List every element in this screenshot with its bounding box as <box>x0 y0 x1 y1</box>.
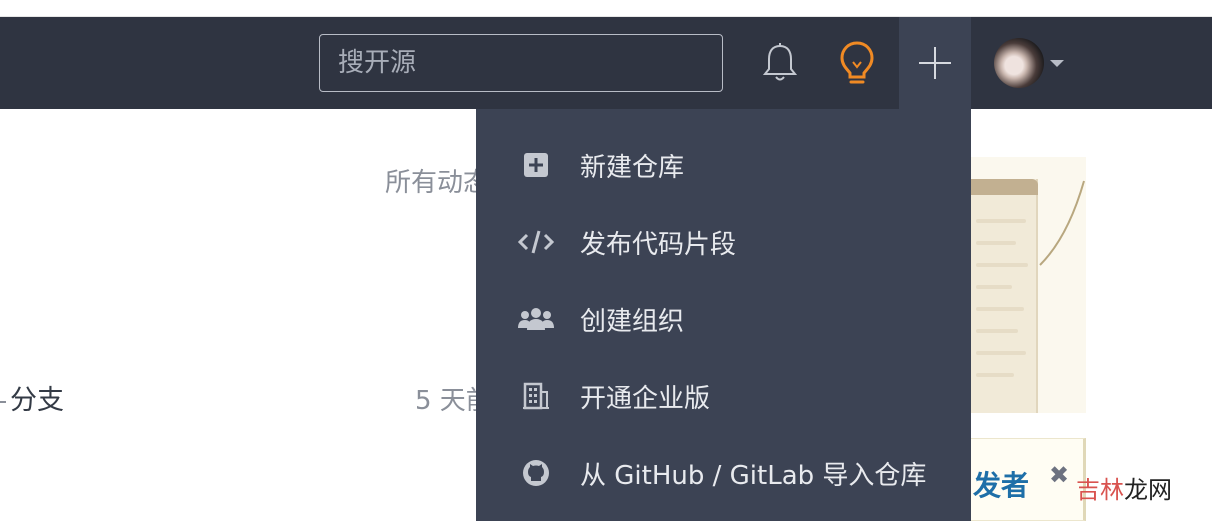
illustration-line <box>976 263 1028 267</box>
promo-text: 发者 <box>973 469 1030 502</box>
search-input[interactable]: 搜开源 <box>319 34 723 92</box>
top-border <box>0 0 1212 17</box>
ideas-button[interactable] <box>829 17 885 109</box>
menu-item-create-org[interactable]: 创建组织 <box>476 289 971 349</box>
illustration-card <box>968 179 1038 413</box>
create-new-button[interactable] <box>899 17 971 109</box>
illustration-card-header <box>968 179 1038 195</box>
github-icon <box>516 453 556 493</box>
illustration-line <box>976 285 1012 289</box>
menu-item-publish-snippet[interactable]: 发布代码片段 <box>476 212 971 272</box>
promo-banner[interactable]: 发者 ✖ <box>968 438 1086 521</box>
branch-count[interactable]: 分支 <box>0 378 64 417</box>
banner-illustration <box>968 157 1086 413</box>
illustration-line <box>976 219 1026 223</box>
plus-icon <box>919 47 951 79</box>
bell-icon <box>762 43 798 81</box>
branch-icon <box>0 400 6 403</box>
menu-item-label: 从 GitHub / GitLab 导入仓库 <box>580 460 927 491</box>
plus-square-icon <box>516 145 556 185</box>
all-activity-label[interactable]: 所有动态 <box>385 162 489 199</box>
notifications-button[interactable] <box>752 17 808 109</box>
branch-label: 分支 <box>10 385 64 416</box>
avatar <box>994 38 1044 88</box>
illustration-line <box>976 351 1026 355</box>
menu-item-label: 开通企业版 <box>580 383 711 414</box>
menu-item-label: 创建组织 <box>580 306 685 337</box>
create-dropdown-menu: 新建仓库 发布代码片段 创建组织 开通企业版 从 GitHub / GitLab… <box>476 109 971 521</box>
illustration-line <box>976 241 1016 245</box>
illustration-line <box>976 373 1014 377</box>
code-icon <box>516 222 556 262</box>
chevron-down-icon <box>1050 59 1064 67</box>
close-icon[interactable]: ✖ <box>1049 461 1069 489</box>
menu-item-import-repo[interactable]: 从 GitHub / GitLab 导入仓库 <box>476 443 971 503</box>
menu-item-label: 新建仓库 <box>580 152 685 183</box>
illustration-curve <box>1039 180 1085 266</box>
users-icon <box>516 299 556 339</box>
illustration-line <box>976 329 1018 333</box>
watermark-part2: 龙网 <box>1124 476 1172 504</box>
menu-item-label: 发布代码片段 <box>580 229 737 260</box>
watermark: 吉林龙网 <box>1076 470 1172 505</box>
lightbulb-icon <box>840 41 874 84</box>
menu-item-enterprise[interactable]: 开通企业版 <box>476 366 971 426</box>
watermark-part1: 吉林 <box>1076 476 1124 504</box>
top-navbar: 搜开源 <box>0 17 1212 109</box>
menu-item-new-repo[interactable]: 新建仓库 <box>476 135 971 195</box>
user-menu-button[interactable] <box>989 17 1069 109</box>
building-icon <box>516 376 556 416</box>
illustration-line <box>976 307 1024 311</box>
